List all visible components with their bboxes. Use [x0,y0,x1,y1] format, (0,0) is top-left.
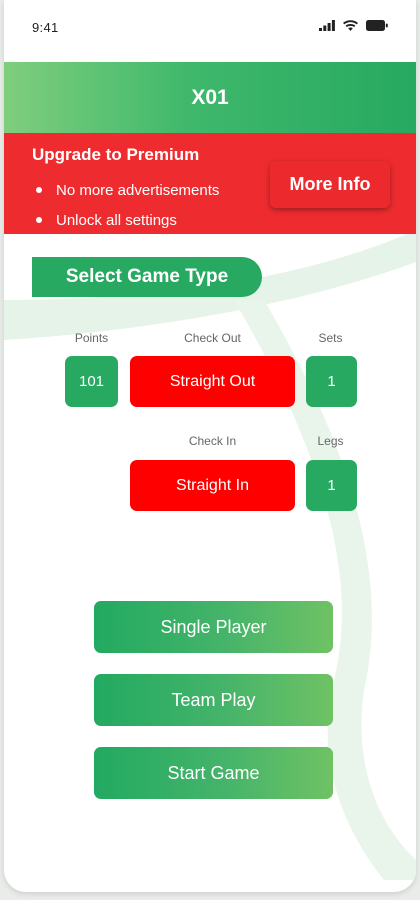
check-out-label: Check Out [184,331,241,345]
premium-feature-label: No more advertisements [56,181,220,199]
bullet-icon [36,187,42,193]
premium-feature-list: No more advertisements Unlock all settin… [32,175,219,235]
app-screen: 9:41 X01 Upgrade to Premium No more adve… [4,0,416,892]
premium-feature-label: Unlock all settings [56,211,177,229]
start-game-button[interactable]: Start Game [94,747,333,799]
check-in-selector[interactable]: Straight In [130,460,295,511]
bullet-icon [36,217,42,223]
signal-icon [319,20,335,31]
check-in-label: Check In [188,434,237,448]
premium-feature-item: No more advertisements [32,175,219,205]
premium-banner: Upgrade to Premium No more advertisement… [4,133,416,234]
points-label: Points [74,331,109,345]
team-play-button[interactable]: Team Play [94,674,333,726]
premium-feature-item: Unlock all settings [32,205,219,235]
more-info-button[interactable]: More Info [270,161,390,208]
sets-label: Sets [318,331,343,345]
legs-label: Legs [317,434,344,448]
select-game-type-heading: Select Game Type [32,257,262,297]
page-title: X01 [191,85,229,109]
sets-selector[interactable]: 1 [306,356,357,407]
points-selector[interactable]: 101 [65,356,118,407]
premium-title: Upgrade to Premium [32,145,200,164]
battery-icon [366,20,388,31]
status-time: 9:41 [32,20,59,35]
legs-selector[interactable]: 1 [306,460,357,511]
status-icons [319,20,388,31]
status-bar: 9:41 [4,0,416,62]
wifi-icon [343,20,358,31]
check-out-selector[interactable]: Straight Out [130,356,295,407]
app-header: X01 [4,62,416,133]
single-player-button[interactable]: Single Player [94,601,333,653]
